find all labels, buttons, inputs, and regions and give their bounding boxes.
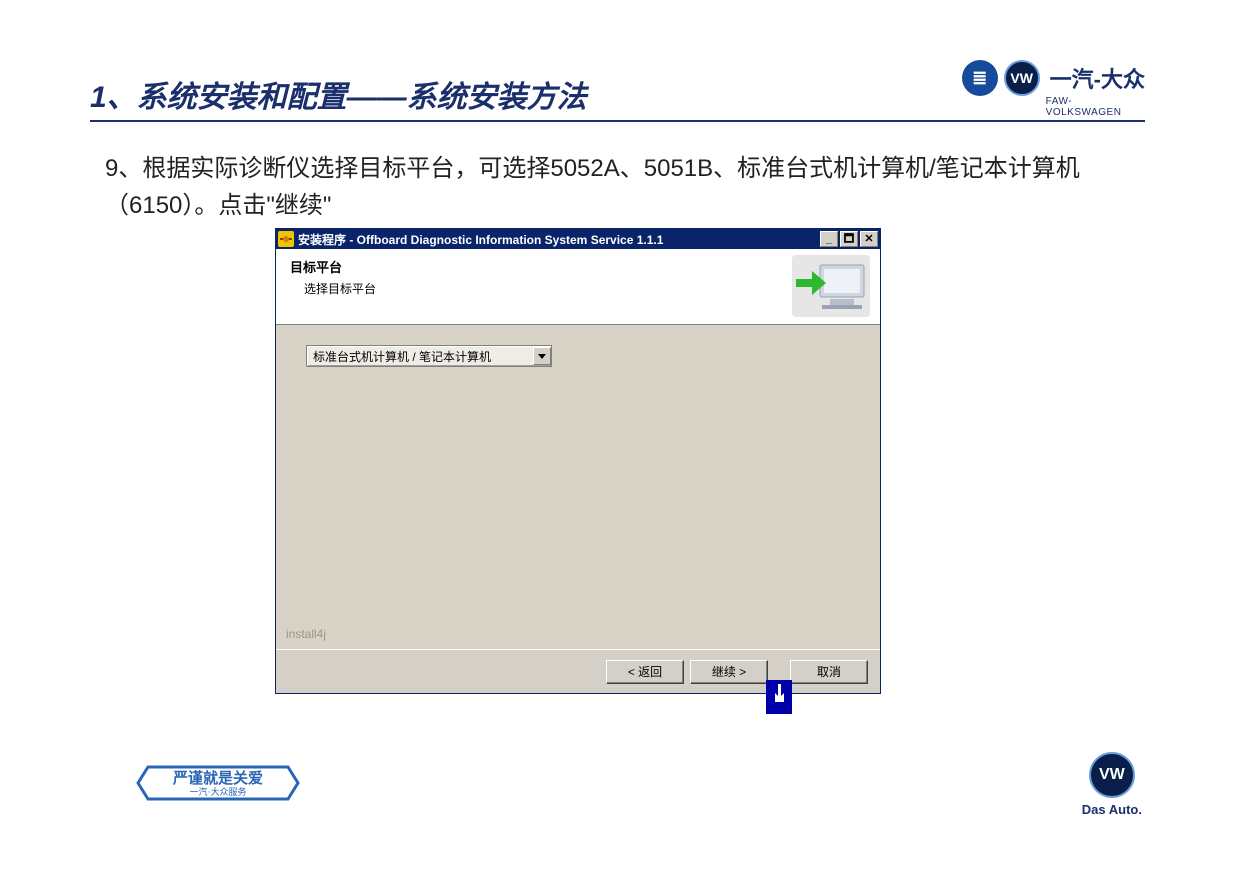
installer-header-panel: 目标平台 选择目标平台: [276, 249, 880, 325]
target-platform-dropdown[interactable]: 标准台式机计算机 / 笔记本计算机: [306, 345, 552, 367]
installer-header-title: 目标平台: [290, 257, 376, 276]
installer-titlebar[interactable]: 安装程序 - Offboard Diagnostic Information S…: [276, 229, 880, 249]
installer-window: 安装程序 - Offboard Diagnostic Information S…: [275, 228, 881, 694]
title-divider: [90, 120, 1145, 122]
brand-top-logo: ≣ VW 一汽-大众 FAW-VOLKSWAGEN: [962, 60, 1145, 96]
vw-logo-footer-icon: VW: [1089, 752, 1135, 798]
installer-main-panel: 标准台式机计算机 / 笔记本计算机 install4j: [276, 325, 880, 649]
installer-header-subtitle: 选择目标平台: [304, 280, 376, 297]
brand-top-subtext: FAW-VOLKSWAGEN: [1046, 96, 1145, 118]
faw-logo-icon: ≣: [962, 60, 998, 96]
computer-arrow-icon: [792, 255, 870, 317]
installer-app-icon: [278, 231, 294, 247]
next-button[interactable]: 继续 >: [690, 660, 768, 684]
vw-logo-icon: VW: [1004, 60, 1040, 96]
dropdown-selected-value: 标准台式机计算机 / 笔记本计算机: [307, 348, 533, 365]
cancel-button[interactable]: 取消: [790, 660, 868, 684]
footer-right-logo: VW Das Auto.: [1082, 752, 1142, 817]
footer-left-sub: 一汽·大众服务: [190, 786, 247, 797]
slide-body-text: 9、根据实际诊断仪选择目标平台，可选择5052A、5051B、标准台式机计算机/…: [105, 150, 1140, 224]
footer-left-badge: 严谨就是关爱 一汽·大众服务: [130, 759, 305, 807]
link-cursor-icon: [766, 680, 792, 714]
close-button[interactable]: ✕: [860, 231, 878, 247]
chevron-down-icon[interactable]: [533, 347, 551, 365]
minimize-button[interactable]: _: [820, 231, 838, 247]
install4j-label: install4j: [286, 627, 326, 641]
das-auto-text: Das Auto.: [1082, 802, 1142, 817]
installer-title-text: 安装程序 - Offboard Diagnostic Information S…: [298, 231, 663, 248]
footer-left-main: 严谨就是关爱: [172, 769, 263, 787]
slide-title: 1、系统安装和配置——系统安装方法: [90, 72, 587, 116]
back-button[interactable]: < 返回: [606, 660, 684, 684]
brand-top-text: 一汽-大众: [1050, 62, 1145, 94]
restore-button[interactable]: 🗖: [840, 231, 858, 247]
